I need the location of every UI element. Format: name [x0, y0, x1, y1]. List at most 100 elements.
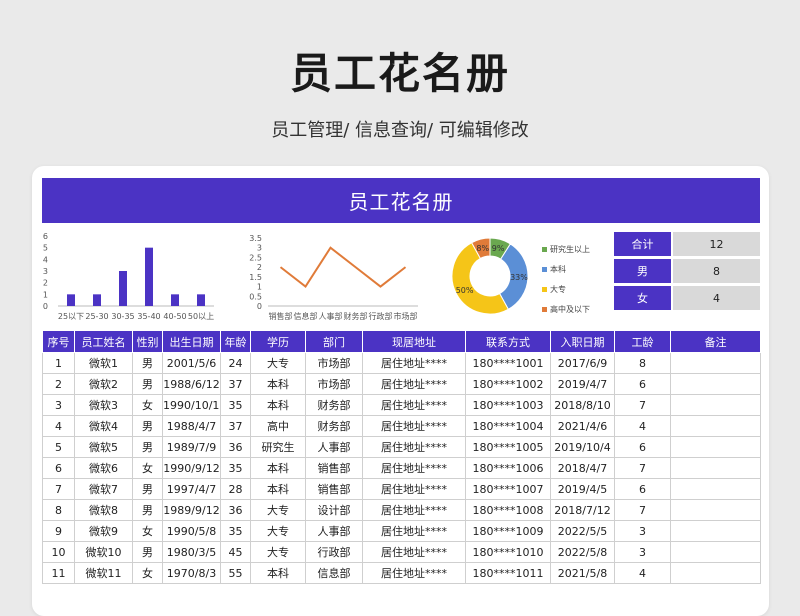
- cell-hire-date[interactable]: 2019/4/5: [550, 478, 615, 500]
- cell-age[interactable]: 55: [220, 562, 251, 584]
- cell-education[interactable]: 本科: [250, 457, 306, 479]
- cell-age[interactable]: 35: [220, 394, 251, 416]
- cell-education[interactable]: 本科: [250, 394, 306, 416]
- cell-birth-date[interactable]: 1988/6/12: [162, 373, 221, 395]
- cell-phone[interactable]: 180****1007: [465, 478, 551, 500]
- cell-address[interactable]: 居住地址****: [362, 352, 466, 374]
- cell-birth-date[interactable]: 1989/7/9: [162, 436, 221, 458]
- cell-tenure[interactable]: 7: [614, 394, 671, 416]
- cell-gender[interactable]: 男: [132, 352, 163, 374]
- cell-name[interactable]: 微软6: [74, 457, 133, 479]
- cell-age[interactable]: 35: [220, 457, 251, 479]
- cell-age[interactable]: 36: [220, 499, 251, 521]
- cell-address[interactable]: 居住地址****: [362, 436, 466, 458]
- cell-tenure[interactable]: 6: [614, 436, 671, 458]
- cell-department[interactable]: 人事部: [305, 520, 363, 542]
- column-header-phone[interactable]: 联系方式: [465, 330, 551, 353]
- cell-age[interactable]: 36: [220, 436, 251, 458]
- cell-gender[interactable]: 女: [132, 394, 163, 416]
- column-header-hire-date[interactable]: 入职日期: [550, 330, 615, 353]
- cell-gender[interactable]: 男: [132, 436, 163, 458]
- cell-seq[interactable]: 8: [42, 499, 75, 521]
- cell-name[interactable]: 微软1: [74, 352, 133, 374]
- cell-name[interactable]: 微软8: [74, 499, 133, 521]
- cell-department[interactable]: 销售部: [305, 457, 363, 479]
- cell-birth-date[interactable]: 1990/10/11: [162, 394, 221, 416]
- table-row[interactable]: 8 微软8 男 1989/9/12 36 大专 设计部 居住地址**** 180****1008…: [42, 499, 761, 521]
- cell-remarks[interactable]: [670, 457, 761, 479]
- cell-age[interactable]: 28: [220, 478, 251, 500]
- column-header-gender[interactable]: 性别: [132, 330, 163, 353]
- cell-education[interactable]: 大专: [250, 499, 306, 521]
- cell-seq[interactable]: 11: [42, 562, 75, 584]
- cell-hire-date[interactable]: 2017/6/9: [550, 352, 615, 374]
- cell-seq[interactable]: 4: [42, 415, 75, 437]
- table-row[interactable]: 2 微软2 男 1988/6/12 37 本科 市场部 居住地址**** 180****1002…: [42, 373, 761, 395]
- cell-remarks[interactable]: [670, 436, 761, 458]
- cell-age[interactable]: 24: [220, 352, 251, 374]
- cell-phone[interactable]: 180****1004: [465, 415, 551, 437]
- cell-hire-date[interactable]: 2021/4/6: [550, 415, 615, 437]
- cell-tenure[interactable]: 6: [614, 478, 671, 500]
- cell-gender[interactable]: 男: [132, 499, 163, 521]
- cell-name[interactable]: 微软11: [74, 562, 133, 584]
- cell-hire-date[interactable]: 2022/5/5: [550, 520, 615, 542]
- cell-hire-date[interactable]: 2021/5/8: [550, 562, 615, 584]
- cell-age[interactable]: 45: [220, 541, 251, 563]
- cell-remarks[interactable]: [670, 520, 761, 542]
- table-row[interactable]: 10 微软10 男 1980/3/5 45 大专 行政部 居住地址**** 180****101…: [42, 541, 761, 563]
- cell-gender[interactable]: 男: [132, 373, 163, 395]
- cell-department[interactable]: 财务部: [305, 415, 363, 437]
- table-row[interactable]: 6 微软6 女 1990/9/12 35 本科 销售部 居住地址**** 180****1006…: [42, 457, 761, 479]
- cell-remarks[interactable]: [670, 373, 761, 395]
- cell-age[interactable]: 37: [220, 415, 251, 437]
- cell-phone[interactable]: 180****1010: [465, 541, 551, 563]
- column-header-tenure[interactable]: 工龄: [614, 330, 671, 353]
- cell-hire-date[interactable]: 2019/4/7: [550, 373, 615, 395]
- cell-education[interactable]: 本科: [250, 373, 306, 395]
- table-row[interactable]: 1 微软1 男 2001/5/6 24 大专 市场部 居住地址**** 180****1001 2…: [42, 352, 761, 374]
- cell-tenure[interactable]: 8: [614, 352, 671, 374]
- cell-address[interactable]: 居住地址****: [362, 373, 466, 395]
- cell-tenure[interactable]: 3: [614, 520, 671, 542]
- cell-department[interactable]: 信息部: [305, 562, 363, 584]
- cell-gender[interactable]: 女: [132, 457, 163, 479]
- cell-phone[interactable]: 180****1006: [465, 457, 551, 479]
- cell-address[interactable]: 居住地址****: [362, 415, 466, 437]
- cell-hire-date[interactable]: 2018/4/7: [550, 457, 615, 479]
- column-header-seq[interactable]: 序号: [42, 330, 75, 353]
- cell-birth-date[interactable]: 1990/9/12: [162, 457, 221, 479]
- cell-hire-date[interactable]: 2019/10/4: [550, 436, 615, 458]
- cell-gender[interactable]: 男: [132, 541, 163, 563]
- column-header-age[interactable]: 年龄: [220, 330, 251, 353]
- cell-tenure[interactable]: 4: [614, 415, 671, 437]
- cell-seq[interactable]: 1: [42, 352, 75, 374]
- cell-department[interactable]: 设计部: [305, 499, 363, 521]
- cell-department[interactable]: 市场部: [305, 352, 363, 374]
- cell-education[interactable]: 本科: [250, 478, 306, 500]
- column-header-birth-date[interactable]: 出生日期: [162, 330, 221, 353]
- cell-seq[interactable]: 7: [42, 478, 75, 500]
- column-header-address[interactable]: 现居地址: [362, 330, 466, 353]
- cell-department[interactable]: 人事部: [305, 436, 363, 458]
- cell-education[interactable]: 本科: [250, 562, 306, 584]
- cell-remarks[interactable]: [670, 541, 761, 563]
- cell-seq[interactable]: 6: [42, 457, 75, 479]
- cell-age[interactable]: 37: [220, 373, 251, 395]
- cell-name[interactable]: 微软3: [74, 394, 133, 416]
- cell-education[interactable]: 大专: [250, 520, 306, 542]
- cell-phone[interactable]: 180****1002: [465, 373, 551, 395]
- column-header-name[interactable]: 员工姓名: [74, 330, 133, 353]
- cell-seq[interactable]: 9: [42, 520, 75, 542]
- cell-remarks[interactable]: [670, 499, 761, 521]
- column-header-remarks[interactable]: 备注: [670, 330, 761, 353]
- cell-name[interactable]: 微软5: [74, 436, 133, 458]
- cell-phone[interactable]: 180****1001: [465, 352, 551, 374]
- cell-department[interactable]: 销售部: [305, 478, 363, 500]
- cell-address[interactable]: 居住地址****: [362, 394, 466, 416]
- cell-birth-date[interactable]: 1989/9/12: [162, 499, 221, 521]
- cell-phone[interactable]: 180****1003: [465, 394, 551, 416]
- cell-birth-date[interactable]: 2001/5/6: [162, 352, 221, 374]
- cell-gender[interactable]: 男: [132, 415, 163, 437]
- cell-address[interactable]: 居住地址****: [362, 520, 466, 542]
